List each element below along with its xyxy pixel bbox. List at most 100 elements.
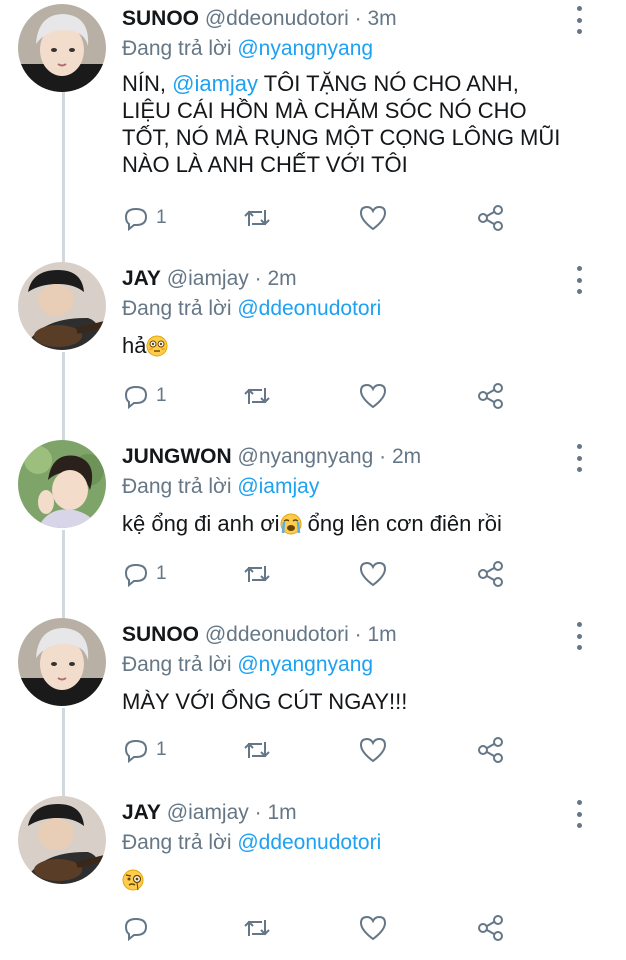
timestamp[interactable]: · 3m xyxy=(355,7,397,30)
more-options-icon[interactable] xyxy=(570,800,588,828)
reply-icon xyxy=(124,917,148,942)
reply-button[interactable]: 1 xyxy=(122,202,167,234)
tweet-header: JAY @iamjay · 2m xyxy=(122,266,297,292)
user-handle[interactable]: @nyangnyang xyxy=(238,445,374,468)
user-handle[interactable]: @iamjay xyxy=(167,267,249,290)
avatar-sunoo[interactable] xyxy=(18,618,106,706)
share-icon xyxy=(478,561,503,587)
replying-to: Đang trả lời @ddeonudotori xyxy=(122,296,381,322)
timestamp[interactable]: · 1m xyxy=(355,623,397,646)
tweet-text: hả xyxy=(122,332,592,359)
avatar-jungwon[interactable] xyxy=(18,440,106,528)
retweet-icon xyxy=(244,566,270,582)
replying-to: Đang trả lời @ddeonudotori xyxy=(122,830,381,856)
avatar-sunoo[interactable] xyxy=(18,4,106,92)
tweet-header: JUNGWON @nyangnyang · 2m xyxy=(122,444,421,470)
avatar-jay[interactable] xyxy=(18,796,106,884)
more-options-icon[interactable] xyxy=(570,6,588,34)
display-name[interactable]: JUNGWON xyxy=(122,445,232,468)
retweet-button[interactable] xyxy=(242,558,272,590)
share-icon xyxy=(478,737,503,763)
reply-button[interactable]: 1 xyxy=(122,734,167,766)
reply-to-mention[interactable]: @ddeonudotori xyxy=(237,297,381,320)
retweet-icon xyxy=(244,388,270,404)
more-options-icon[interactable] xyxy=(570,266,588,294)
text-segment: kệ ổng đi anh ơi xyxy=(122,511,280,536)
share-icon xyxy=(478,383,503,409)
flushed-face-emoji-icon xyxy=(146,335,168,357)
share-button[interactable] xyxy=(476,734,506,766)
inline-mention[interactable]: @iamjay xyxy=(172,71,258,96)
user-handle[interactable]: @iamjay xyxy=(167,801,249,824)
user-handle[interactable]: @ddeonudotori xyxy=(205,7,349,30)
retweet-button[interactable] xyxy=(242,380,272,412)
reply-to-mention[interactable]: @nyangnyang xyxy=(237,653,373,676)
retweet-button[interactable] xyxy=(242,734,272,766)
tweet[interactable]: JAY @iamjay · 1m Đang trả lời @ddeonudot… xyxy=(0,796,626,960)
more-options-icon[interactable] xyxy=(570,444,588,472)
retweet-icon xyxy=(244,742,270,758)
tweet-text-line: TỐT, NÓ MÀ RỤNG MỘT CỌNG LÔNG MŨI xyxy=(122,125,561,150)
reply-icon xyxy=(124,739,148,764)
share-button[interactable] xyxy=(476,558,506,590)
reply-prefix: Đang trả lời xyxy=(122,475,232,498)
tweet-text-line: NÍN, @iamjay TÔI TẶNG NÓ CHO ANH, xyxy=(122,70,592,97)
display-name[interactable]: JAY xyxy=(122,267,161,290)
text-segment: hả xyxy=(122,333,147,358)
reply-count: 1 xyxy=(156,385,167,406)
reply-button[interactable] xyxy=(122,912,156,944)
tweet-header: SUNOO @ddeonudotori · 3m xyxy=(122,6,397,32)
replying-to: Đang trả lời @nyangnyang xyxy=(122,36,373,62)
avatar-jay[interactable] xyxy=(18,262,106,350)
replying-to: Đang trả lời @nyangnyang xyxy=(122,652,373,678)
timestamp[interactable]: · 1m xyxy=(255,801,297,824)
tweet-header: SUNOO @ddeonudotori · 1m xyxy=(122,622,397,648)
reply-icon xyxy=(124,563,148,588)
reply-button[interactable]: 1 xyxy=(122,380,167,412)
share-button[interactable] xyxy=(476,380,506,412)
timestamp[interactable]: · 2m xyxy=(255,267,297,290)
display-name[interactable]: SUNOO xyxy=(122,623,199,646)
text-segment: ổng lên cơn điên rồi xyxy=(301,511,502,536)
reply-to-mention[interactable]: @iamjay xyxy=(237,475,319,498)
reply-to-mention[interactable]: @nyangnyang xyxy=(237,37,373,60)
reply-count: 1 xyxy=(156,739,167,760)
heart-icon xyxy=(359,561,387,587)
retweet-icon xyxy=(244,210,270,226)
tweet-text: NÍN, @iamjay TÔI TẶNG NÓ CHO ANH, LIỆU C… xyxy=(122,70,592,178)
tweet[interactable]: SUNOO @ddeonudotori · 3m Đang trả lời @n… xyxy=(0,2,626,252)
tweet-text-line: LIỆU CÁI HỒN MÀ CHĂM SÓC NÓ CHO xyxy=(122,98,527,123)
timestamp[interactable]: · 2m xyxy=(379,445,421,468)
tweet-header: JAY @iamjay · 1m xyxy=(122,800,297,826)
reply-icon xyxy=(124,207,148,232)
like-button[interactable] xyxy=(358,380,388,412)
like-button[interactable] xyxy=(358,202,388,234)
reply-prefix: Đang trả lời xyxy=(122,297,232,320)
user-handle[interactable]: @ddeonudotori xyxy=(205,623,349,646)
tweet-actions: 1 xyxy=(122,202,522,234)
tweet-text xyxy=(122,866,592,893)
reply-count: 1 xyxy=(156,563,167,584)
more-options-icon[interactable] xyxy=(570,622,588,650)
retweet-button[interactable] xyxy=(242,202,272,234)
display-name[interactable]: SUNOO xyxy=(122,7,199,30)
share-button[interactable] xyxy=(476,912,506,944)
reply-button[interactable]: 1 xyxy=(122,558,167,590)
replying-to: Đang trả lời @iamjay xyxy=(122,474,319,500)
share-button[interactable] xyxy=(476,202,506,234)
tweet[interactable]: JAY @iamjay · 2m Đang trả lời @ddeonudot… xyxy=(0,262,626,432)
retweet-icon xyxy=(244,920,270,936)
display-name[interactable]: JAY xyxy=(122,801,161,824)
retweet-button[interactable] xyxy=(242,912,272,944)
crying-face-emoji-icon xyxy=(280,513,302,535)
text-segment: MÀY VỚI ỔNG CÚT NGAY!!! xyxy=(122,689,408,714)
like-button[interactable] xyxy=(358,912,388,944)
tweet[interactable]: SUNOO @ddeonudotori · 1m Đang trả lời @n… xyxy=(0,618,626,788)
tweet[interactable]: JUNGWON @nyangnyang · 2m Đang trả lời @i… xyxy=(0,440,626,610)
like-button[interactable] xyxy=(358,734,388,766)
tweet-actions: 1 xyxy=(122,734,522,766)
heart-icon xyxy=(359,915,387,941)
reply-to-mention[interactable]: @ddeonudotori xyxy=(237,831,381,854)
reply-icon xyxy=(124,385,148,410)
like-button[interactable] xyxy=(358,558,388,590)
